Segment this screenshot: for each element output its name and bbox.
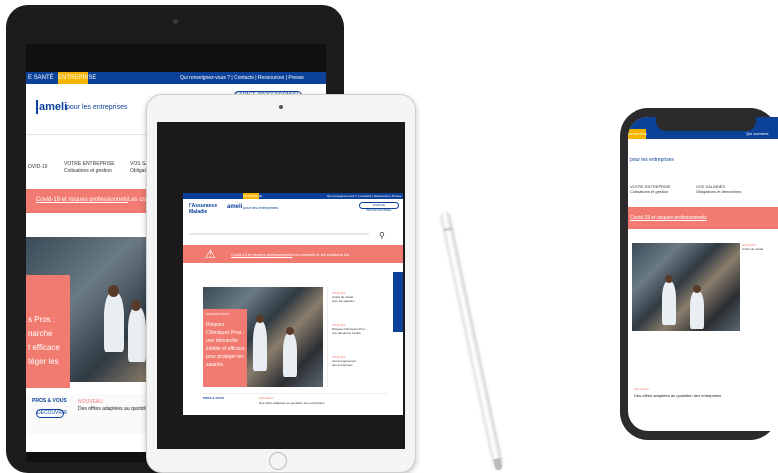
menu-votre-entreprise-sub: Cotisations et gestion — [630, 189, 669, 194]
hero-card-line-1: Risques — [206, 322, 225, 328]
discover-button[interactable]: DÉCOUVRIR — [36, 409, 67, 418]
hero-photo — [632, 243, 740, 331]
hero-card-line-5: pour protéger les — [206, 354, 244, 360]
hero-card-line-2: Chimiques Pros : — [206, 330, 245, 336]
entreprise-tab[interactable]: ENTREPRISE — [243, 193, 262, 199]
top-nav-bar: E SANTÉ ENTREPRISE Qui renseignez-vous ?… — [26, 72, 326, 84]
side-list: RISQUES Arrêts de travail — [742, 243, 778, 331]
news-text[interactable]: Des offres adaptées au quotidien des ent… — [634, 393, 721, 398]
pros-vous-label: PROS & VOUS — [32, 398, 67, 404]
menu-vos-salaries-sub: Obligations et démarches — [696, 189, 742, 194]
menu-votre-entreprise[interactable]: VOTRE ENTREPRISE — [64, 161, 115, 167]
side-toolbar[interactable] — [393, 272, 403, 332]
tablet-camera — [173, 19, 178, 24]
assurance-maladie-logo[interactable]: l'Assurance Maladie — [189, 203, 217, 215]
pros-vous-label: PROS & VOUS — [203, 396, 224, 400]
news-label: NOUVEAU — [634, 387, 649, 391]
hero-line-3: t efficace — [28, 343, 60, 352]
list-item[interactable]: RISQUES Arrêts de travail pour les salar… — [332, 291, 388, 303]
ameli-logo[interactable]: ameli — [227, 204, 242, 210]
news-label: NOUVEAU — [259, 396, 274, 400]
hero-line-1: s Pros : — [28, 315, 56, 324]
hero-line-4: téger les — [28, 357, 59, 366]
top-links[interactable]: Qui renseignez-vous ? | Contacts | Resso… — [180, 75, 324, 81]
tagline: pour les entreprises — [630, 157, 674, 163]
hero-kicker: RISQUES PROS — [206, 312, 229, 316]
side-list: RISQUES Arrêts de travail pour les salar… — [327, 287, 388, 387]
hero-card-line-4: inédite et efficace — [206, 346, 245, 352]
smartphone: ENTREPRISE Qui sommes pour les entrepris… — [620, 108, 778, 440]
alert-link[interactable]: Covid-19 et risques professionnels — [630, 215, 707, 221]
phone-screen: ENTREPRISE Qui sommes pour les entrepris… — [628, 117, 778, 431]
list-item[interactable]: RISQUES Risques Chimiques Pros : une dém… — [332, 323, 388, 335]
menu-covid[interactable]: OVID-19 — [28, 164, 47, 170]
warning-icon: ⚠ — [205, 247, 216, 261]
news-row: PROS & VOUS NOUVEAU Des offres adaptées … — [203, 393, 387, 408]
pencil-tip — [493, 457, 503, 472]
top-nav-bar: ENTREPRISE Qui renseignez-vous ? | Conta… — [183, 193, 403, 199]
list-item[interactable]: RISQUES Accompagnement des entreprises — [332, 355, 388, 367]
top-links[interactable]: Qui renseignez-vous ? | Contacts | Resso… — [327, 194, 401, 198]
list-item-text: Arrêts de travail — [742, 247, 764, 251]
hero-card-line-6: salariés — [206, 362, 224, 368]
tagline: pour les entreprises — [243, 205, 279, 210]
hero-card[interactable]: s Pros : narche t efficace téger les — [26, 275, 70, 388]
alert-link[interactable]: Covid-19 et risques professionnels — [231, 252, 292, 257]
tablet-white-screen: ENTREPRISE Qui renseignez-vous ? | Conta… — [157, 122, 405, 449]
home-button[interactable] — [269, 452, 287, 470]
search-icon[interactable]: ⚲ — [379, 231, 385, 240]
entreprise-tab[interactable]: ENTREPRISE — [628, 129, 647, 139]
espace-pro-button[interactable]: ESPACE PROFESSIONNEL — [359, 202, 399, 212]
alert-link[interactable]: Covid-19 et risques professionnels — [36, 197, 128, 204]
alert-text: Les conseils et les solutions d'a — [293, 252, 349, 257]
news-label: NOUVEAU — [78, 399, 103, 405]
pencil-band — [443, 226, 453, 232]
alert-banner: Covid-19 et risques professionnels — [628, 207, 778, 229]
phone-corner-link[interactable]: Qui sommes — [746, 131, 768, 136]
news-text[interactable]: Des offres adaptées au quotidien des ent… — [259, 401, 324, 405]
tablet-camera — [279, 105, 283, 109]
website-view: ENTREPRISE Qui renseignez-vous ? | Conta… — [183, 193, 403, 415]
tagline: pour les entreprises — [66, 104, 128, 111]
hero-card[interactable]: RISQUES PROS Risques Chimiques Pros : un… — [203, 309, 247, 387]
phone-notch — [656, 117, 756, 131]
ameli-logo[interactable]: ameli — [39, 101, 67, 113]
sante-link[interactable]: E SANTÉ — [28, 75, 54, 82]
tablet-white: ENTREPRISE Qui renseignez-vous ? | Conta… — [146, 94, 416, 473]
menu-votre-entreprise-sub: Cotisations et gestion — [64, 168, 112, 174]
alert-banner: ⚠ Covid-19 et risques professionnels Les… — [183, 245, 403, 263]
entreprise-tab[interactable]: ENTREPRISE — [58, 72, 96, 84]
stylus-pencil — [440, 211, 503, 472]
hero-line-2: narche — [28, 329, 53, 338]
hero-card-line-3: une démarche — [206, 338, 238, 344]
menu-row — [189, 233, 369, 235]
